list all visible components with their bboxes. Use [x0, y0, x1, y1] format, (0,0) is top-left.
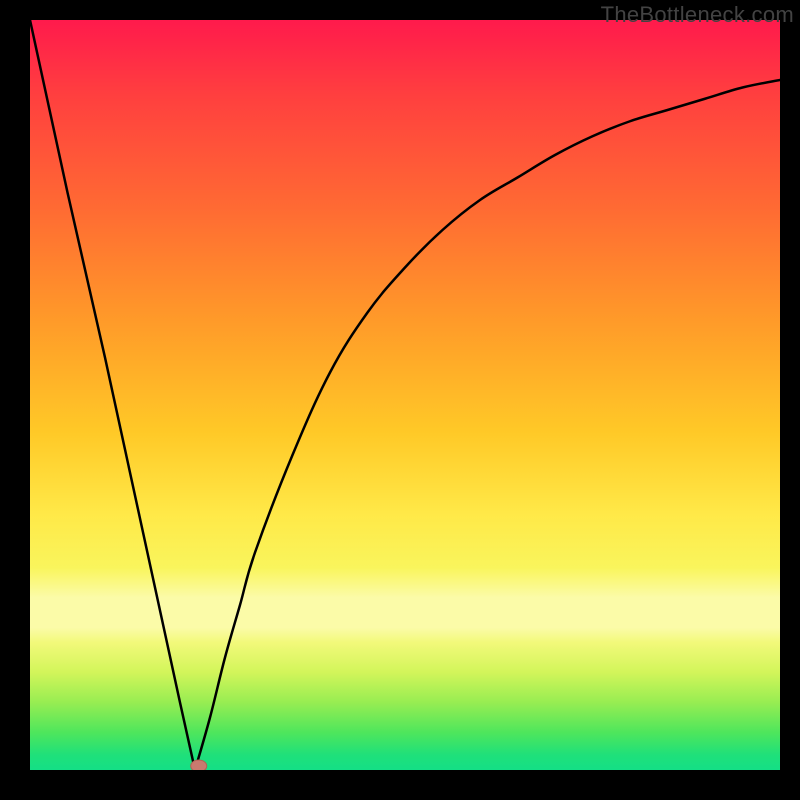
bottleneck-curve — [30, 20, 780, 770]
curve-layer — [30, 20, 780, 770]
plot-area — [30, 20, 780, 770]
minimum-marker — [191, 760, 207, 770]
watermark-label: TheBottleneck.com — [601, 2, 794, 28]
chart-frame: TheBottleneck.com — [0, 0, 800, 800]
